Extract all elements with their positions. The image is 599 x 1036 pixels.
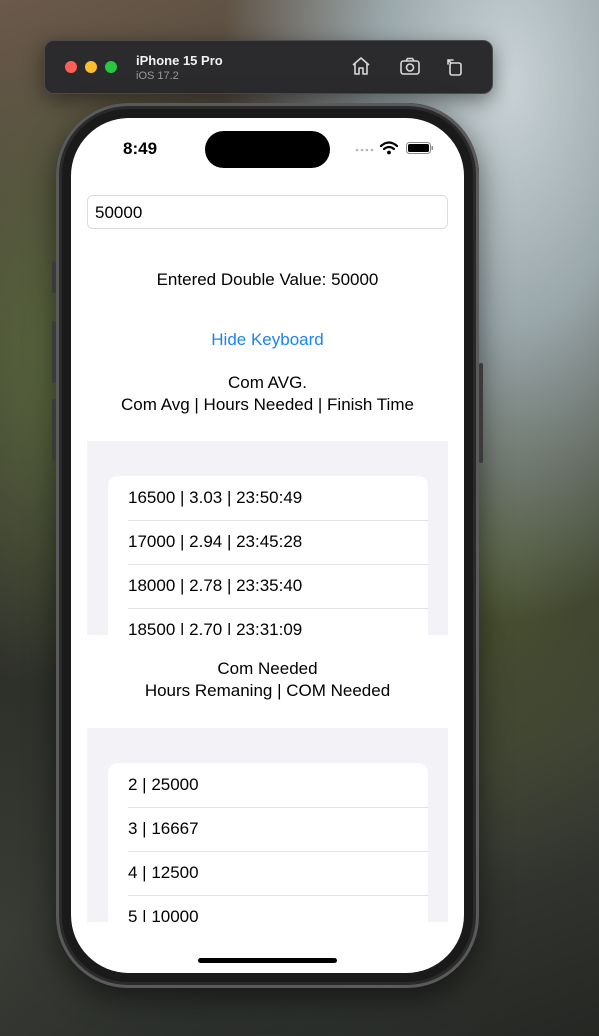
com-needed-list[interactable]: 2 | 25000 3 | 16667 4 | 12500 5 | 10000 [87,728,448,922]
com-needed-list-card: 2 | 25000 3 | 16667 4 | 12500 5 | 10000 [108,763,428,922]
entered-value-label: Entered Double Value: 50000 [156,270,379,289]
simulator-toolbar: iPhone 15 Pro iOS 17.2 [44,40,493,94]
rotate-icon[interactable] [443,54,467,78]
hide-keyboard-button[interactable]: Hide Keyboard [71,330,464,350]
close-window-button[interactable] [65,61,77,73]
list-item[interactable]: 17000 | 2.94 | 23:45:28 [108,520,428,564]
list-item[interactable]: 2 | 25000 [108,763,428,807]
home-icon[interactable] [349,54,373,78]
cellular-icon [355,148,374,152]
com-avg-list-card: 16500 | 3.03 | 23:50:49 17000 | 2.94 | 2… [108,476,428,635]
action-button [52,261,56,293]
power-button [479,363,483,463]
phone-screen: 8:49 50000 Entered Double Value: 50000 H… [71,118,464,973]
phone-frame: 8:49 50000 Entered Double Value: 50000 H… [52,103,483,988]
dynamic-island [205,131,330,168]
device-name: iPhone 15 Pro [136,53,223,68]
list-item[interactable]: 18500 | 2.70 | 23:31:09 [108,608,428,635]
list-item[interactable]: 3 | 16667 [108,807,428,851]
zoom-window-button[interactable] [105,61,117,73]
screenshot-icon[interactable] [398,54,422,78]
list-item[interactable]: 5 | 10000 [108,895,428,922]
com-avg-list[interactable]: 16500 | 3.03 | 23:50:49 17000 | 2.94 | 2… [87,441,448,635]
com-avg-header: Com Avg | Hours Needed | Finish Time [121,395,414,414]
wifi-icon [379,141,399,155]
value-input[interactable]: 50000 [87,195,448,229]
list-item[interactable]: 16500 | 3.03 | 23:50:49 [108,476,428,520]
com-needed-title: Com Needed [217,659,318,678]
com-avg-title: Com AVG. [227,373,308,392]
volume-down-button [52,399,56,461]
status-icons [354,140,434,156]
minimize-window-button[interactable] [85,61,97,73]
battery-icon [406,142,434,154]
status-time: 8:49 [123,139,158,158]
com-needed-header: Hours Remaning | COM Needed [144,681,391,700]
os-version: iOS 17.2 [136,70,179,82]
list-item[interactable]: 18000 | 2.78 | 23:35:40 [108,564,428,608]
volume-up-button [52,321,56,383]
list-item[interactable]: 4 | 12500 [108,851,428,895]
home-indicator[interactable] [198,958,337,963]
